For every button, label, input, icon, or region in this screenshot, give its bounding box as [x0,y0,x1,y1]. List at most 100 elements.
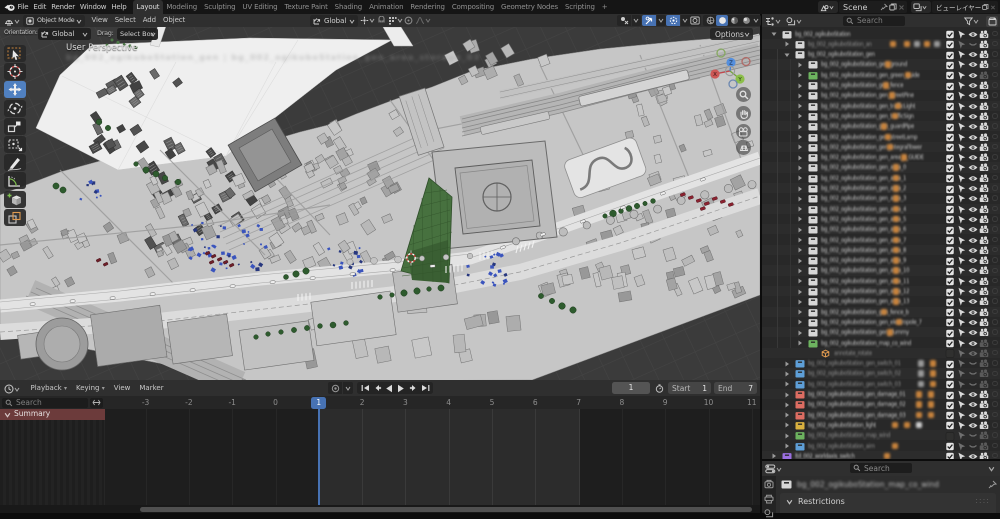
outliner-row[interactable]: bg_002_ogikuboStation_gen_fence [762,80,1000,90]
checkbox-icon[interactable] [945,61,955,70]
summary-channel-row[interactable]: Summary [0,409,105,420]
frame-start-field[interactable]: Start 1 [668,382,711,394]
checkbox-icon[interactable] [945,40,955,49]
expand-arrow-icon[interactable] [784,41,792,46]
hide-eye-icon[interactable] [968,411,978,420]
hide-eye-icon[interactable] [968,421,978,430]
camera-render-icon[interactable] [979,442,989,451]
play-button[interactable] [395,382,407,394]
expand-arrow-icon[interactable] [784,443,792,448]
tab-modeling[interactable]: Modeling [163,0,201,14]
outliner-row[interactable]: bg_002_ogikuboStation_gen_streetPine [762,90,1000,100]
menu-edit[interactable]: Edit [31,0,49,14]
checkbox-icon[interactable] [945,185,955,194]
pin-icon[interactable] [880,3,888,11]
hide-eye-icon[interactable] [968,349,978,358]
outliner-row[interactable]: bg_002_ogikuboStation_gen_area_a_GUIDE [762,152,1000,162]
selectable-cursor-icon[interactable] [957,194,967,203]
timeline-keyframe-area[interactable] [105,409,760,505]
mode-dropdown[interactable]: Object Mode [23,15,85,27]
hide-eye-icon[interactable] [968,246,978,255]
expand-arrow-icon[interactable] [797,340,805,345]
hide-eye-icon[interactable] [968,452,978,459]
selectable-cursor-icon[interactable] [957,236,967,245]
checkbox-icon[interactable] [945,174,955,183]
expand-arrow-icon[interactable] [784,361,792,366]
holdout-toggle[interactable] [992,381,998,387]
tool-move-button[interactable] [4,81,26,98]
holdout-toggle[interactable] [992,309,998,315]
camera-view-button[interactable] [736,124,751,139]
camera-render-icon[interactable] [979,91,989,100]
overlays-dropdown[interactable] [657,15,666,26]
checkbox-icon[interactable] [945,267,955,276]
camera-render-icon[interactable] [979,421,989,430]
camera-render-icon[interactable] [979,359,989,368]
checkbox-icon[interactable] [945,195,955,204]
expand-arrow-icon[interactable] [771,453,779,458]
drag-dropdown[interactable]: Select Box [117,28,158,40]
holdout-toggle[interactable] [992,247,998,253]
camera-render-icon[interactable] [979,452,989,459]
hide-eye-icon[interactable] [968,205,978,214]
viewport-menu-view[interactable]: View [88,14,111,27]
expand-arrow-icon[interactable] [797,309,805,314]
expand-arrow-icon[interactable] [797,206,805,211]
camera-render-icon[interactable] [979,50,989,59]
outliner-row[interactable]: bg_002_ogikuboStation_gen_switch_02 [762,368,1000,378]
camera-render-icon[interactable] [979,205,989,214]
outliner-row[interactable]: bg_002_ogikuboStation_gen_area_0 [762,162,1000,172]
selectable-cursor-icon[interactable] [957,122,967,131]
outliner-row[interactable]: bg_002_ogikuboStation_gen_electropole_7 [762,317,1000,327]
holdout-toggle[interactable] [992,41,998,47]
camera-render-icon[interactable] [979,297,989,306]
prev-keyframe-button[interactable] [371,382,383,394]
hide-eye-icon[interactable] [968,81,978,90]
camera-render-icon[interactable] [979,411,989,420]
expand-arrow-icon[interactable] [797,83,805,88]
hide-eye-icon[interactable] [968,236,978,245]
jump-to-end-button[interactable] [419,382,431,394]
checkbox-icon[interactable] [945,421,955,430]
viewport-menu-object[interactable]: Object [159,14,188,27]
camera-render-icon[interactable] [979,40,989,49]
holdout-toggle[interactable] [992,401,998,407]
selectable-cursor-icon[interactable] [957,184,967,193]
duplicate-icon[interactable] [982,3,989,11]
new-collection-button[interactable] [986,16,998,27]
expand-arrow-icon[interactable] [797,155,805,160]
outliner-row[interactable]: bg_002_ogikuboStation_gen_area_12 [762,286,1000,296]
outliner-row[interactable]: bg_002_ogikuboStation_gen_area_9 [762,255,1000,265]
selectable-cursor-icon[interactable] [957,91,967,100]
hide-eye-icon[interactable] [968,390,978,399]
hide-eye-icon[interactable] [968,359,978,368]
xray-toggle[interactable] [688,15,701,26]
holdout-toggle[interactable] [992,113,998,119]
outliner-row[interactable]: bg_002_ogikuboStation_gen_area_3 [762,193,1000,203]
expand-arrow-icon[interactable] [784,371,792,376]
holdout-toggle[interactable] [992,92,998,98]
holdout-toggle[interactable] [992,144,998,150]
snap-settings-dropdown[interactable] [388,16,403,25]
expand-arrow-icon[interactable] [784,412,792,417]
menu-help[interactable]: Help [109,0,129,14]
timeline-menu-marker[interactable]: Marker [135,380,168,396]
selectable-cursor-icon[interactable] [957,411,967,420]
selectable-cursor-icon[interactable] [957,246,967,255]
checkbox-icon[interactable] [945,236,955,245]
selectable-cursor-icon[interactable] [957,163,967,172]
camera-render-icon[interactable] [979,246,989,255]
selectable-cursor-icon[interactable] [957,225,967,234]
overlay-extras-toggle[interactable] [666,15,680,26]
expand-arrow-icon[interactable] [797,186,805,191]
outliner-row[interactable]: bg_002_ogikuboStation_gen_ground [762,59,1000,69]
holdout-toggle[interactable] [992,175,998,181]
camera-render-icon[interactable] [979,81,989,90]
outliner-row[interactable]: bg_002_ogikuboStation_gen_integralTower [762,142,1000,152]
tab-rendering[interactable]: Rendering [407,0,448,14]
timeline-menu-keying[interactable]: Keying ▾ [71,380,109,397]
camera-render-icon[interactable] [979,102,989,111]
camera-render-icon[interactable] [979,174,989,183]
checkbox-icon[interactable] [945,143,955,152]
outliner-row[interactable]: bg_002_ogikuboStation_aim [762,441,1000,451]
